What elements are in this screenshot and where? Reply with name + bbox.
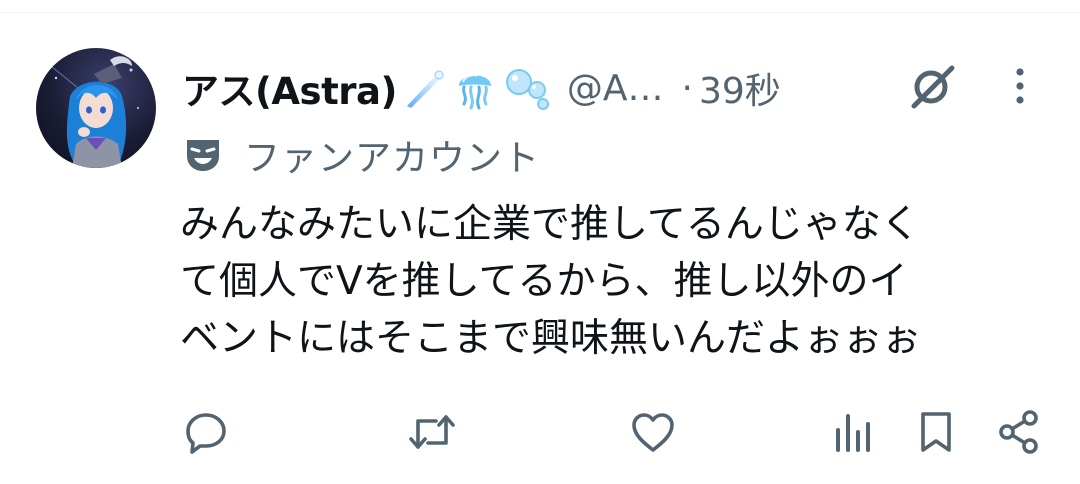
tweet-text-line: みんなみたいに企業で推してるんじゃなく: [180, 202, 920, 247]
grok-icon: [911, 65, 955, 109]
action-bar: [0, 404, 1080, 460]
reply-button[interactable]: [180, 404, 232, 460]
comet-emoji: [406, 70, 444, 108]
avatar[interactable]: [36, 48, 156, 168]
grok-button[interactable]: [904, 58, 960, 114]
separator-dot: ·: [681, 67, 693, 109]
tweet-text-line: ベントにはそこまで興味無いんだよぉぉぉ: [180, 316, 922, 361]
account-label-text: ファンアカウント: [244, 138, 541, 179]
name-emojis: [403, 64, 553, 112]
views-button[interactable]: [830, 404, 874, 460]
handle[interactable]: @A…: [567, 68, 664, 109]
tweet-text-line: て個人でVを推してるから、推し以外のイ: [180, 259, 908, 304]
jellyfish-emoji: [458, 74, 491, 110]
like-icon: [632, 413, 674, 452]
share-icon: [999, 410, 1038, 454]
views-icon: [836, 414, 870, 452]
display-name[interactable]: アス(Astra): [182, 61, 397, 115]
timestamp[interactable]: 39秒: [699, 62, 781, 114]
tweet[interactable]: アス(Astra) @A… · 39秒 ファンアカウント みんなみたいに企業で推…: [0, 0, 1080, 484]
bookmark-icon: [921, 412, 951, 452]
retweet-button[interactable]: [404, 404, 460, 460]
share-button[interactable]: [996, 404, 1042, 460]
more-button[interactable]: [1000, 58, 1040, 114]
bookmark-button[interactable]: [914, 404, 958, 460]
like-button[interactable]: [628, 404, 678, 460]
account-label: ファンアカウント: [184, 130, 540, 180]
reply-icon: [186, 413, 226, 454]
more-icon: [1016, 68, 1024, 104]
tweet-header: アス(Astra) @A… · 39秒: [182, 58, 781, 118]
bubbles-emoji: [505, 69, 549, 110]
theater-mask-icon: [187, 140, 219, 171]
tweet-text: みんなみたいに企業で推してるんじゃなく て個人でVを推してるから、推し以外のイ …: [180, 196, 1060, 367]
retweet-icon: [409, 415, 455, 449]
